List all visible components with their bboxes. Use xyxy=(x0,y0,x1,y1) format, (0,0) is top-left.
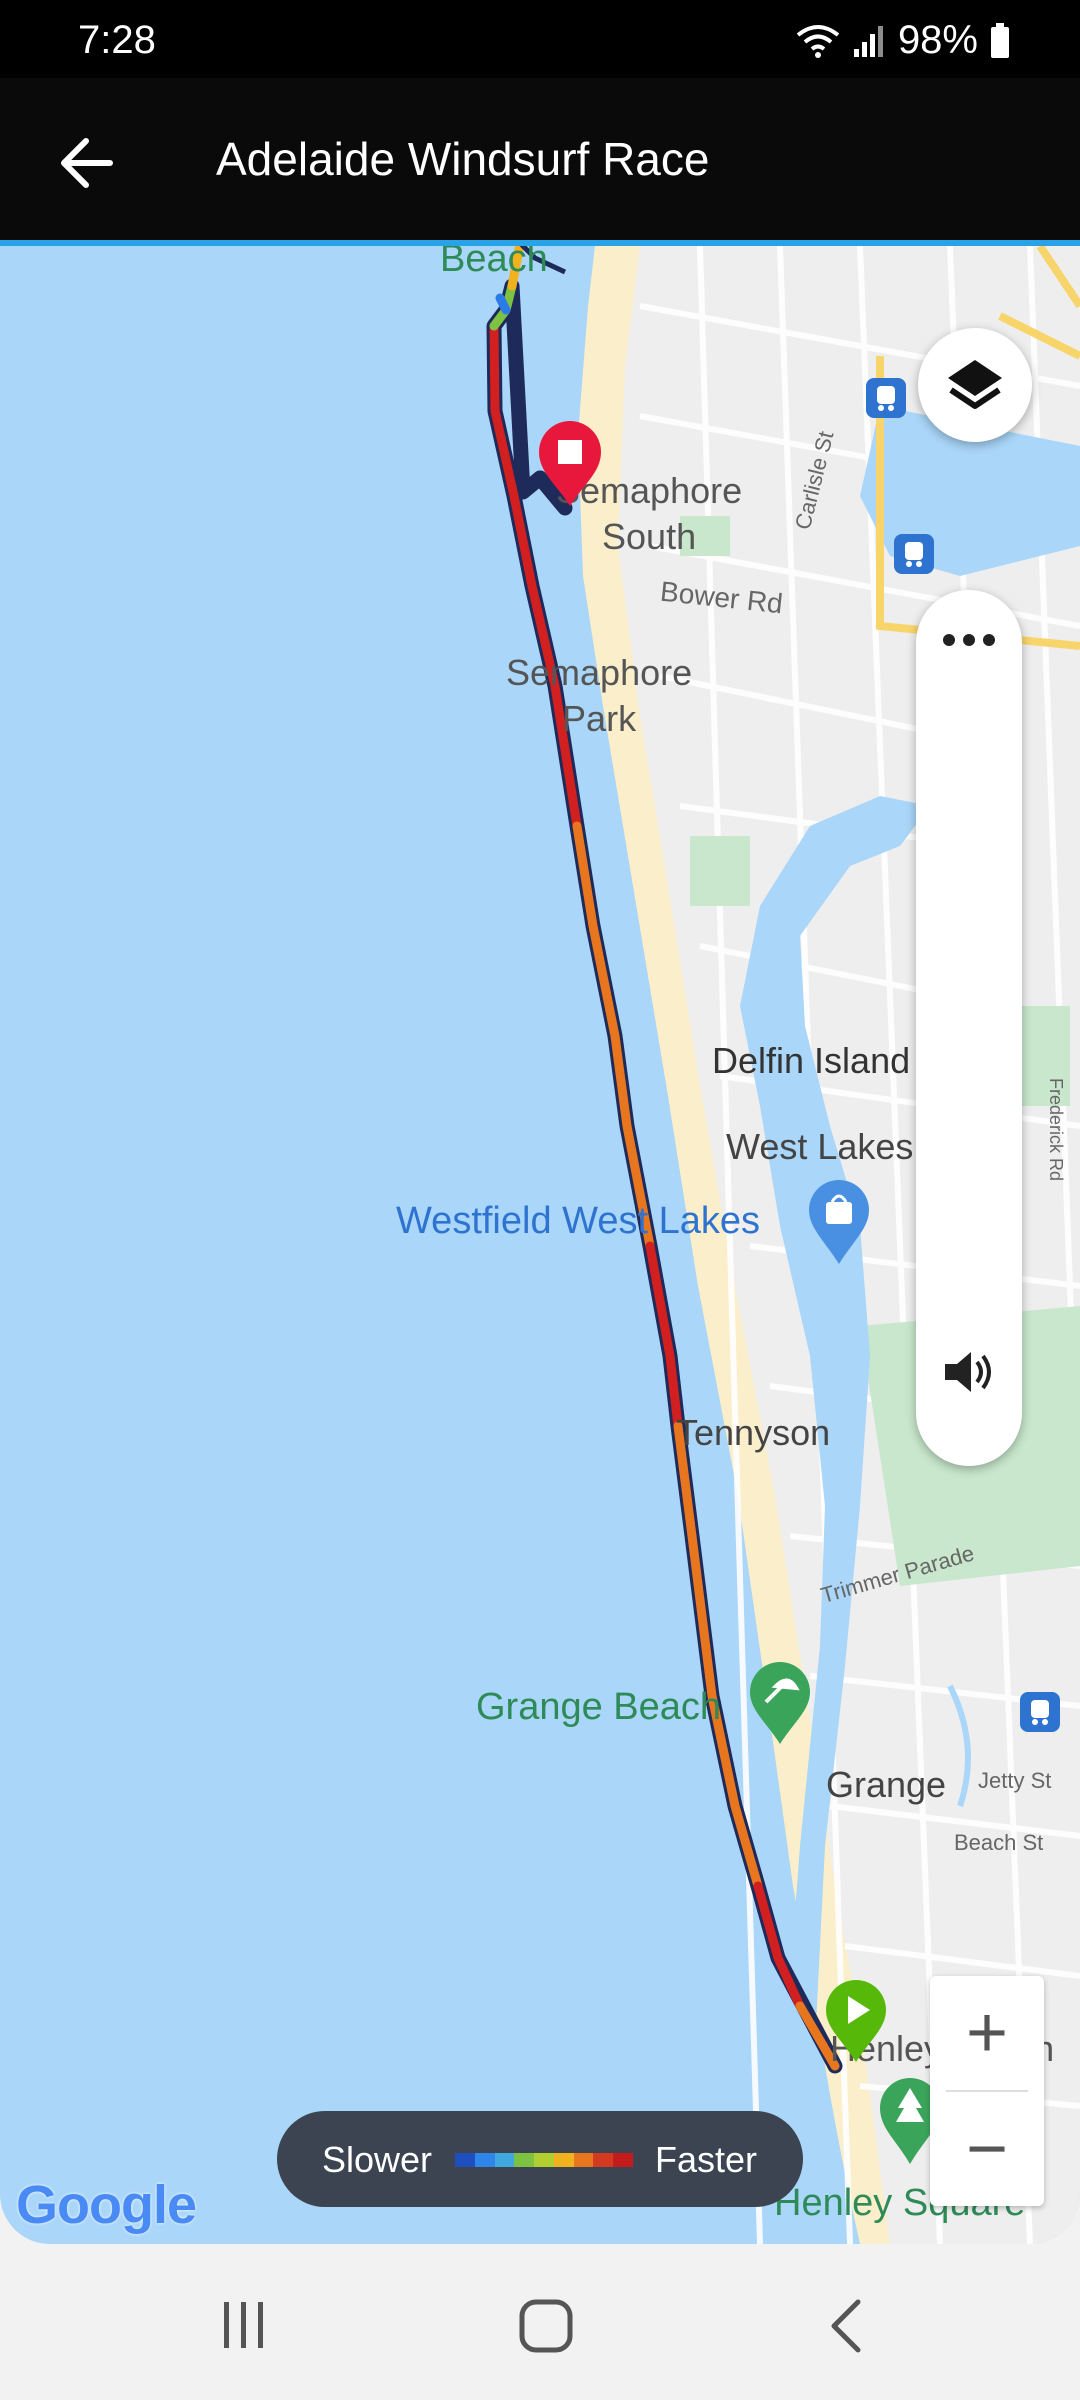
home-icon[interactable] xyxy=(518,2298,574,2354)
map-label-delfin-island: Delfin Island xyxy=(712,1040,911,1081)
app-bar: Adelaide Windsurf Race xyxy=(0,78,1080,246)
speaker-icon[interactable] xyxy=(939,1342,999,1402)
map-label-line: Park xyxy=(562,698,637,739)
map-view[interactable]: Beach Semaphore South Carlisle St Bower … xyxy=(0,246,1080,2244)
status-bar: 7:28 98% xyxy=(0,0,1080,78)
google-logo: Google xyxy=(16,2174,197,2236)
map-label-line: South xyxy=(602,516,697,557)
beach-umbrella-pin-icon[interactable] xyxy=(748,1660,812,1746)
nav-back-icon[interactable] xyxy=(826,2298,866,2354)
map-label-line: Semaphore xyxy=(506,652,693,693)
map-label-tennyson: Tennyson xyxy=(676,1412,831,1453)
legend-swatch xyxy=(494,2153,515,2167)
legend-swatch xyxy=(573,2153,594,2167)
train-station-icon[interactable] xyxy=(894,534,934,574)
zoom-in-button[interactable]: + xyxy=(930,1976,1044,2090)
legend-gradient-bar xyxy=(455,2153,634,2167)
more-horizontal-icon[interactable] xyxy=(939,630,999,650)
page-title: Adelaide Windsurf Race xyxy=(216,133,710,185)
legend-swatch xyxy=(474,2153,495,2167)
map-side-panel xyxy=(916,590,1022,1466)
recents-icon[interactable] xyxy=(218,2300,270,2350)
zoom-out-button[interactable]: − xyxy=(930,2092,1044,2206)
legend-swatch xyxy=(534,2153,554,2167)
legend-swatch xyxy=(593,2153,614,2167)
legend-swatch xyxy=(553,2153,574,2167)
status-time: 7:28 xyxy=(78,18,156,62)
stop-marker-icon[interactable] xyxy=(536,420,604,508)
layers-icon xyxy=(948,360,1002,409)
map-label-grange-beach: Grange Beach xyxy=(476,1686,722,1728)
map-label-semaphore-park: Semaphore Park xyxy=(506,650,692,742)
map-label-west-lakes: West Lakes xyxy=(726,1126,914,1167)
system-nav-bar xyxy=(0,2250,1080,2400)
speed-legend: Slower Faster xyxy=(277,2111,803,2207)
google-logo-text: Google xyxy=(16,2175,197,2235)
wifi-icon xyxy=(796,24,840,58)
train-station-icon[interactable] xyxy=(866,378,906,418)
battery-percent: 98% xyxy=(897,18,978,62)
play-marker-icon[interactable] xyxy=(824,1980,888,2064)
zoom-controls: + − xyxy=(930,1976,1044,2206)
route-segment-blue xyxy=(495,293,511,315)
map-label-grange: Grange xyxy=(826,1764,947,1805)
legend-swatch xyxy=(613,2153,634,2167)
legend-swatch xyxy=(455,2153,475,2167)
legend-swatch xyxy=(514,2153,535,2167)
map-label-jetty-st: Jetty St xyxy=(978,1768,1052,1793)
legend-slower-label: Slower xyxy=(322,2139,433,2180)
arrow-left-icon[interactable] xyxy=(52,128,122,198)
park-area xyxy=(690,836,750,906)
legend-faster-label: Faster xyxy=(654,2139,757,2180)
train-station-icon[interactable] xyxy=(1020,1692,1060,1732)
layers-button[interactable] xyxy=(918,328,1032,442)
map-label-beach: Beach xyxy=(440,246,548,280)
signal-icon xyxy=(853,25,883,57)
shopping-pin-icon[interactable] xyxy=(806,1180,872,1266)
map-label-beach-st: Beach St xyxy=(954,1830,1044,1855)
map-label-westfield: Westfield West Lakes xyxy=(396,1200,760,1242)
map-label-frederick-rd: Frederick Rd xyxy=(1046,1078,1066,1182)
battery-icon xyxy=(991,22,1009,58)
